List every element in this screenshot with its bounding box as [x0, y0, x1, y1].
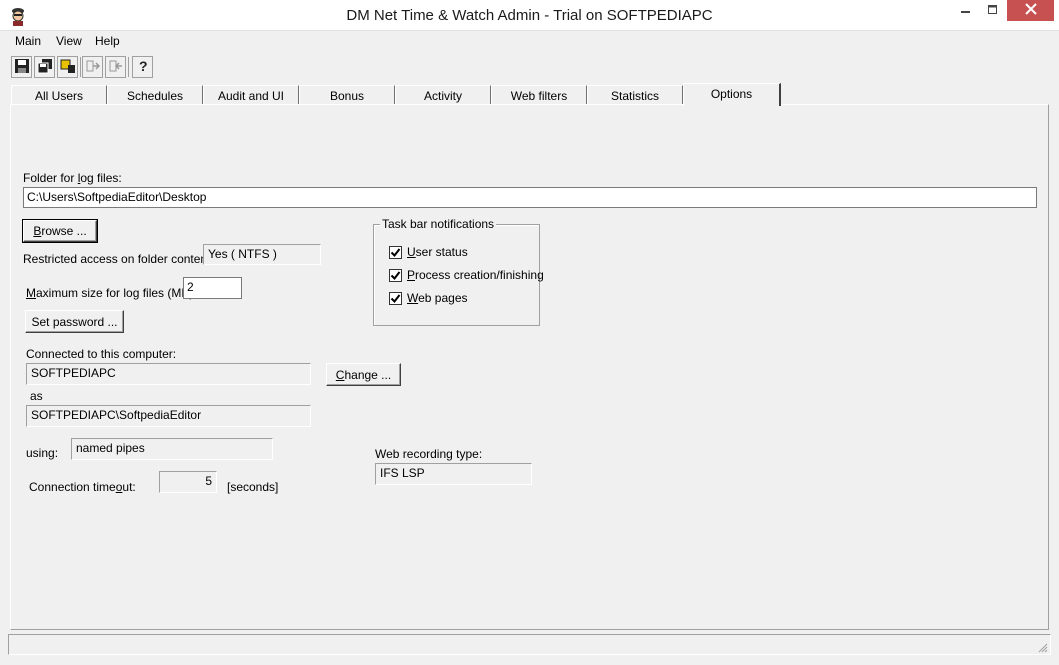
max-log-size-label: Maximum size for log files (MB): [26, 286, 197, 300]
web-recording-label: Web recording type: [375, 447, 483, 461]
tab-activity[interactable]: Activity [395, 85, 491, 105]
set-password-button[interactable]: Set password ... [25, 310, 124, 333]
web-recording-value: IFS LSP [375, 463, 532, 485]
save-button[interactable] [11, 56, 32, 78]
close-button[interactable] [1007, 0, 1054, 21]
toolbar: ? [0, 53, 1059, 81]
tab-audit-and-ui[interactable]: Audit and UI [203, 85, 299, 105]
change-button[interactable]: Change ... [326, 363, 401, 386]
tab-statistics[interactable]: Statistics [587, 85, 683, 105]
tab-web-filters[interactable]: Web filters [491, 85, 587, 105]
connected-label: Connected to this computer: [26, 347, 177, 361]
user-status-checkbox[interactable]: User status [389, 244, 468, 260]
window-title: DM Net Time & Watch Admin - Trial on SOF… [346, 7, 713, 24]
find-icon [60, 58, 76, 77]
connection-timeout-label: Connection timeout: [29, 480, 136, 494]
log-folder-input[interactable]: C:\Users\SoftpediaEditor\Desktop [23, 187, 1037, 208]
status-bar [8, 634, 1051, 655]
minimize-button[interactable] [952, 0, 979, 22]
tab-bonus[interactable]: Bonus [299, 85, 395, 105]
taskbar-notifications-title: Task bar notifications [380, 217, 497, 231]
browse-button[interactable]: Browse ... [22, 219, 98, 243]
menu-main[interactable]: Main [15, 34, 41, 48]
restricted-access-label: Restricted access on folder content: [23, 252, 214, 266]
connection-timeout-value: 5 [159, 471, 217, 493]
web-pages-label: Web pages [407, 291, 468, 305]
options-panel: Folder for log files: C:\Users\Softpedia… [10, 104, 1049, 630]
menu-help[interactable]: Help [95, 34, 120, 48]
save-all-button[interactable] [34, 56, 55, 78]
user-status-label: User status [407, 245, 468, 259]
connected-user-value: SOFTPEDIAPC\SoftpediaEditor [26, 405, 311, 427]
maximize-icon [987, 4, 998, 18]
resize-grip-icon[interactable] [1038, 642, 1048, 653]
back-icon [108, 58, 124, 77]
toolbar-separator [80, 57, 81, 77]
menu-bar: Main View Help [0, 31, 1059, 51]
forward-button[interactable] [82, 56, 103, 78]
as-label: as [30, 389, 43, 403]
save-icon [14, 58, 30, 77]
find-button[interactable] [57, 56, 78, 78]
title-bar: DM Net Time & Watch Admin - Trial on SOF… [0, 0, 1059, 31]
using-label: using: [26, 446, 59, 460]
tab-strip: All Users Schedules Audit and UI Bonus A… [0, 83, 1059, 106]
copy-icon [37, 58, 53, 77]
tab-options[interactable]: Options [683, 83, 781, 106]
web-pages-checkbox[interactable]: Web pages [389, 290, 468, 306]
process-creation-label: Process creation/finishing [407, 268, 544, 282]
toolbar-separator [128, 57, 129, 77]
maximize-button[interactable] [979, 0, 1006, 22]
tab-schedules[interactable]: Schedules [107, 85, 203, 105]
menu-view[interactable]: View [56, 34, 82, 48]
checkbox-check-icon [389, 245, 402, 259]
forward-icon [85, 58, 101, 77]
log-folder-label: Folder for log files: [23, 171, 122, 185]
restricted-access-value: Yes ( NTFS ) [203, 244, 321, 265]
process-creation-checkbox[interactable]: Process creation/finishing [389, 267, 544, 283]
minimize-icon [960, 4, 971, 18]
connection-timeout-unit: [seconds] [227, 480, 279, 494]
checkbox-check-icon [389, 268, 402, 282]
connected-computer-value: SOFTPEDIAPC [26, 363, 311, 385]
checkbox-check-icon [389, 291, 402, 305]
using-value: named pipes [71, 438, 273, 460]
close-icon [1024, 3, 1037, 18]
max-log-size-input[interactable]: 2 [183, 277, 242, 299]
tab-all-users[interactable]: All Users [11, 85, 107, 105]
help-icon: ? [135, 58, 151, 77]
help-button[interactable]: ? [132, 56, 153, 78]
back-button[interactable] [105, 56, 126, 78]
svg-text:?: ? [139, 58, 148, 74]
taskbar-notifications-group: Task bar notifications User status Proce… [373, 217, 544, 326]
